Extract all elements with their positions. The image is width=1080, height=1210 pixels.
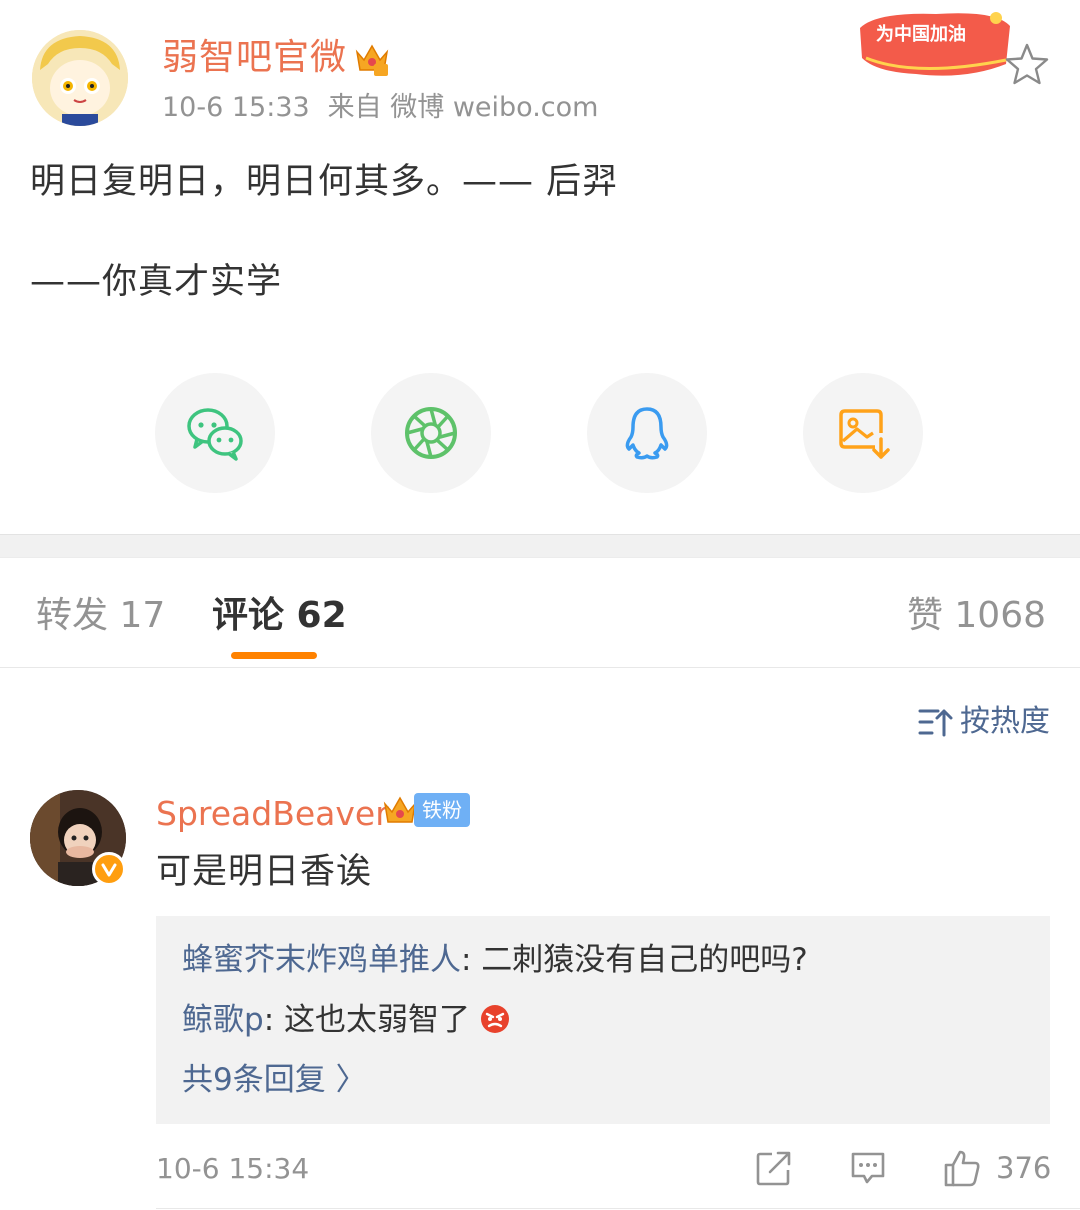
post-header: 弱智吧官微 10-6 15:33 来自 微博 weibo.com 为中国加油: [0, 0, 1080, 140]
comment-divider: [156, 1208, 1080, 1209]
post-text-line1: 明日复明日，明日何其多。—— 后羿: [30, 162, 619, 202]
sort-label: 按热度: [960, 704, 1050, 739]
sort-by-hot-button[interactable]: 按热度: [918, 702, 1050, 742]
post-text-line2: ——你真才实学: [30, 262, 283, 302]
share-wechat-button[interactable]: [155, 373, 275, 493]
reply-text: : 二刺猿没有自己的吧吗?: [461, 942, 808, 978]
save-image-button[interactable]: [803, 373, 923, 493]
verified-badge-icon: [92, 852, 126, 886]
tab-repost[interactable]: 转发 17: [36, 592, 165, 640]
author-name[interactable]: 弱智吧官微: [162, 34, 347, 82]
tab-like[interactable]: 赞 1068: [907, 592, 1046, 640]
post-source[interactable]: 来自 微博 weibo.com: [328, 92, 599, 123]
comment-text: 可是明日香诶: [156, 852, 373, 892]
sort-icon: [918, 709, 953, 737]
reply-item[interactable]: 蜂蜜芥末炸鸡单推人: 二刺猿没有自己的吧吗?: [182, 938, 808, 982]
event-badge-label: 为中国加油: [876, 23, 966, 45]
interaction-tabs: 转发 17 评论 62 赞 1068: [0, 558, 1080, 668]
crown-icon: [355, 44, 389, 76]
angry-emoji-icon: [480, 1005, 509, 1033]
favorite-star-icon[interactable]: [1004, 42, 1050, 86]
tab-active-indicator: [231, 652, 317, 659]
tab-comment[interactable]: 评论 62: [212, 592, 347, 640]
share-moments-button[interactable]: [371, 373, 491, 493]
wechat-icon: [187, 408, 243, 461]
post-meta: 10-6 15:33 来自 微博 weibo.com: [162, 90, 598, 126]
share-qq-button[interactable]: [587, 373, 707, 493]
thumbs-up-icon: [944, 1150, 980, 1187]
like-count: 376: [996, 1151, 1052, 1185]
author-avatar[interactable]: [32, 30, 128, 126]
moments-icon: [405, 407, 457, 459]
comment-icon: [851, 1152, 885, 1184]
commenter-name[interactable]: SpreadBeaver: [156, 792, 389, 836]
comment-time: 10-6 15:34: [156, 1152, 310, 1185]
share-external-icon: [756, 1151, 791, 1186]
reply-box[interactable]: 蜂蜜芥末炸鸡单推人: 二刺猿没有自己的吧吗? 鲸歌p: 这也太弱智了 共9条回复…: [156, 916, 1050, 1124]
fan-badge: 铁粉: [414, 793, 470, 827]
section-divider: [0, 534, 1080, 558]
qq-icon: [625, 407, 669, 460]
reply-author[interactable]: 蜂蜜芥末炸鸡单推人: [182, 942, 461, 978]
reply-text: : 这也太弱智了: [263, 1002, 470, 1038]
like-comment-button[interactable]: 376: [942, 1146, 1051, 1190]
reply-author[interactable]: 鲸歌p: [182, 1002, 264, 1038]
save-image-icon: [839, 409, 890, 459]
repost-comment-button[interactable]: [754, 1146, 794, 1190]
more-replies-link[interactable]: 共9条回复 〉: [182, 1058, 367, 1102]
event-badge[interactable]: 为中国加油: [856, 8, 1014, 78]
reply-item[interactable]: 鲸歌p: 这也太弱智了: [182, 998, 510, 1042]
post-time: 10-6 15:33: [162, 92, 310, 123]
reply-comment-button[interactable]: [848, 1146, 888, 1190]
